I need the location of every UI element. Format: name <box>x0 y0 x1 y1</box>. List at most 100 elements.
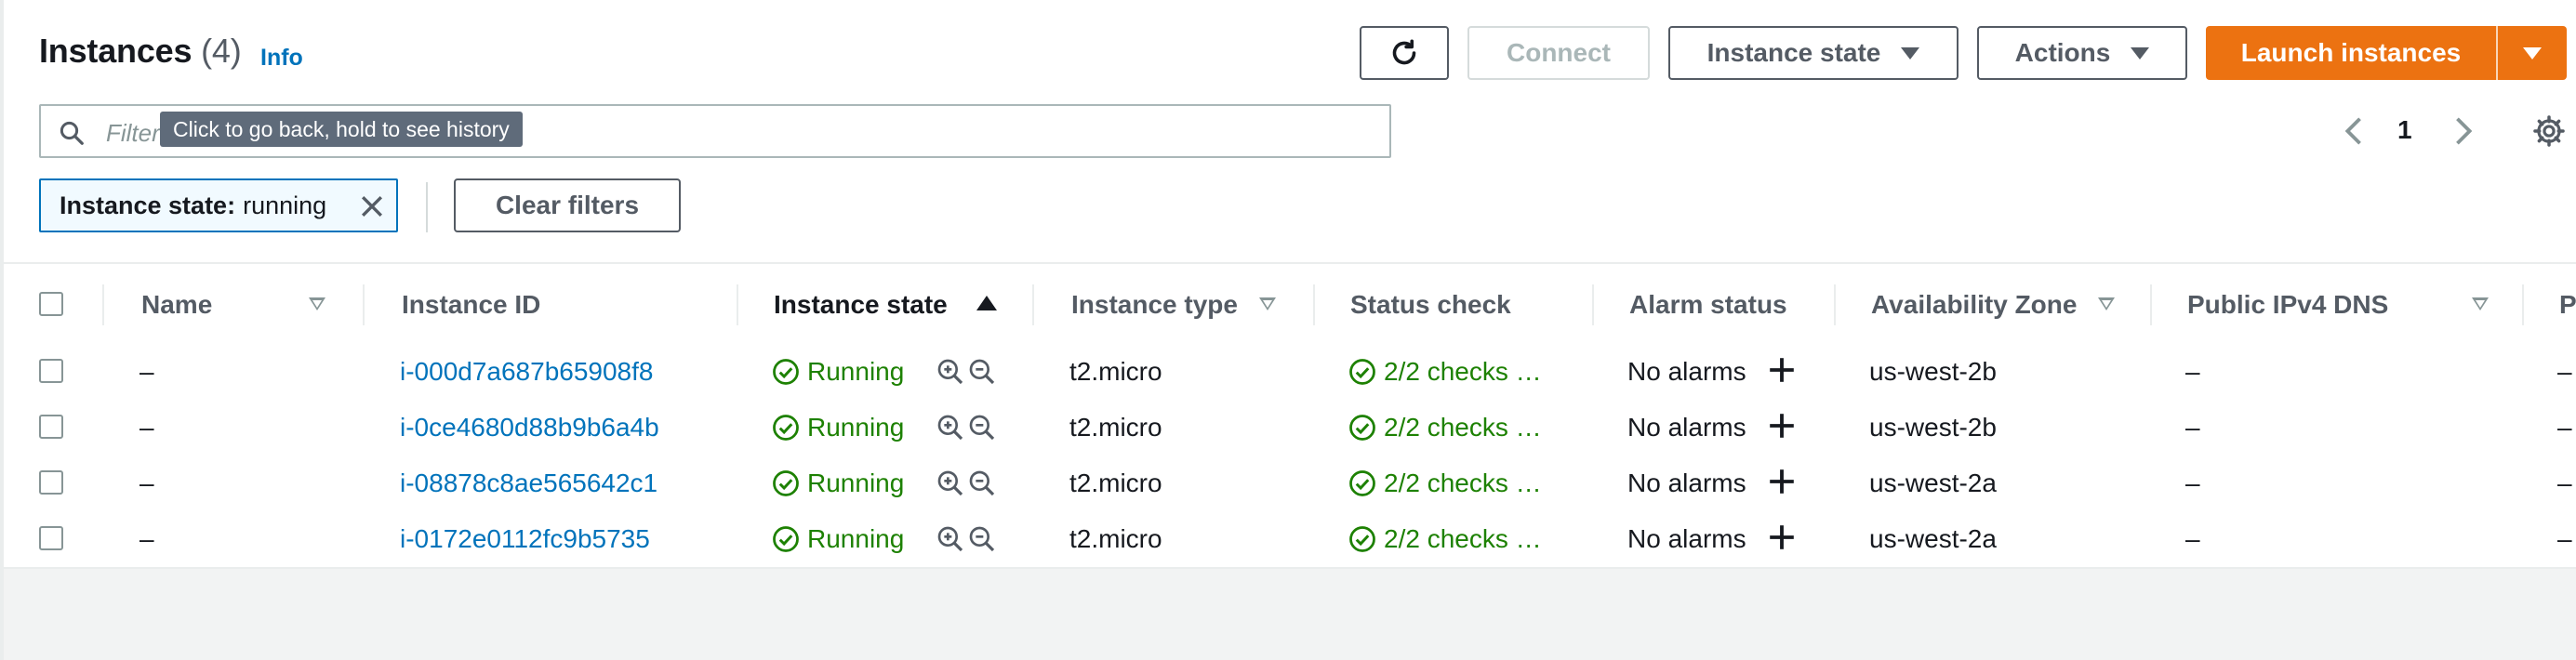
cell-status-check[interactable]: 2/2 checks … <box>1348 413 1542 442</box>
row-checkbox[interactable] <box>39 415 63 439</box>
gear-icon[interactable] <box>2531 113 2567 149</box>
plus-icon[interactable] <box>1767 355 1797 385</box>
check-circle-icon <box>1349 359 1375 385</box>
sort-icon[interactable] <box>2472 297 2489 310</box>
row-checkbox[interactable] <box>39 526 63 550</box>
actions-dropdown[interactable]: Actions <box>1977 26 2187 80</box>
refresh-button[interactable] <box>1360 26 1449 80</box>
select-all-checkbox[interactable] <box>39 292 63 316</box>
column-header-instance-id[interactable]: Instance ID <box>402 290 540 320</box>
table-row[interactable]: – i-000d7a687b65908f8 Running t2.micro 2… <box>4 344 2576 402</box>
next-page-icon[interactable] <box>2453 115 2476 147</box>
cell-instance-type: t2.micro <box>1069 524 1162 553</box>
zoom-out-icon[interactable] <box>967 469 997 498</box>
status-check-label: 2/2 checks … <box>1384 469 1542 497</box>
connect-button[interactable]: Connect <box>1467 26 1650 80</box>
cell-truncated: – <box>2557 357 2572 386</box>
plus-icon[interactable] <box>1767 467 1797 496</box>
filter-token-value: running <box>243 191 327 219</box>
zoom-in-icon[interactable] <box>936 469 965 498</box>
status-check-label: 2/2 checks … <box>1384 524 1542 553</box>
cell-truncated: – <box>2557 469 2572 497</box>
caret-down-icon <box>1901 46 1920 59</box>
sort-icon[interactable] <box>2098 297 2115 310</box>
cell-public-dns: – <box>2185 357 2200 386</box>
zoom-in-icon[interactable] <box>936 524 965 554</box>
caret-down-icon <box>2523 46 2542 59</box>
state-label: Running <box>807 357 905 386</box>
plus-icon[interactable] <box>1767 522 1797 552</box>
connect-label: Connect <box>1507 38 1611 67</box>
sort-icon[interactable] <box>309 297 325 310</box>
clear-filters-button[interactable]: Clear filters <box>454 178 681 232</box>
column-header-name[interactable]: Name <box>141 290 212 320</box>
column-header-status-check[interactable]: Status check <box>1350 290 1511 320</box>
sort-ascending-icon[interactable] <box>976 296 997 310</box>
state-label: Running <box>807 469 905 497</box>
column-header-public-ipv4-dns[interactable]: Public IPv4 DNS <box>2187 290 2388 320</box>
column-header-truncated[interactable]: P <box>2559 290 2576 320</box>
current-page[interactable]: 1 <box>2397 115 2412 145</box>
cell-name: – <box>139 357 154 386</box>
sort-icon[interactable] <box>1259 297 1276 310</box>
search-icon <box>60 121 84 145</box>
column-header-instance-state[interactable]: Instance state <box>774 290 948 320</box>
column-header-availability-zone[interactable]: Availability Zone <box>1871 290 2077 320</box>
refresh-icon <box>1392 39 1416 65</box>
cell-instance-type: t2.micro <box>1069 357 1162 386</box>
close-icon[interactable] <box>359 193 385 219</box>
check-circle-icon <box>1349 526 1375 552</box>
check-circle-icon <box>773 470 799 496</box>
filter-token-instance-state: Instance state: running <box>39 178 398 232</box>
status-check-label: 2/2 checks … <box>1384 413 1542 442</box>
row-checkbox[interactable] <box>39 359 63 383</box>
cell-availability-zone: us-west-2a <box>1869 524 1997 553</box>
cell-status-check[interactable]: 2/2 checks … <box>1348 357 1542 387</box>
column-header-instance-type[interactable]: Instance type <box>1071 290 1238 320</box>
instance-id-link[interactable]: i-0172e0112fc9b5735 <box>400 524 650 554</box>
launch-options-dropdown[interactable] <box>2498 26 2567 80</box>
cell-name: – <box>139 524 154 553</box>
table-header: Name Instance ID Instance state Instance… <box>4 262 2576 346</box>
instance-id-link[interactable]: i-000d7a687b65908f8 <box>400 357 653 387</box>
column-header-alarm-status[interactable]: Alarm status <box>1629 290 1787 320</box>
zoom-in-icon[interactable] <box>936 413 965 442</box>
previous-page-icon[interactable] <box>2342 115 2364 147</box>
check-circle-icon <box>773 415 799 441</box>
state-zoom-controls <box>936 357 997 387</box>
status-check-label: 2/2 checks … <box>1384 357 1542 386</box>
cell-status-check[interactable]: 2/2 checks … <box>1348 469 1542 498</box>
instance-id-link[interactable]: i-0ce4680d88b9b6a4b <box>400 413 659 442</box>
check-circle-icon <box>1349 415 1375 441</box>
instance-state-dropdown[interactable]: Instance state <box>1668 26 1959 80</box>
clear-filters-label: Clear filters <box>495 191 640 219</box>
launch-instances-button[interactable]: Launch instances <box>2206 26 2496 80</box>
cell-public-dns: – <box>2185 524 2200 553</box>
cell-status-check[interactable]: 2/2 checks … <box>1348 524 1542 554</box>
zoom-out-icon[interactable] <box>967 524 997 554</box>
instance-id-link[interactable]: i-08878c8ae565642c1 <box>400 469 657 498</box>
table-row[interactable]: – i-08878c8ae565642c1 Running t2.micro 2… <box>4 455 2576 513</box>
cell-instance-state: Running <box>772 357 904 387</box>
cell-alarm-status: No alarms <box>1627 524 1746 553</box>
cell-instance-state: Running <box>772 413 904 442</box>
table-row[interactable]: – i-0ce4680d88b9b6a4b Running t2.micro 2… <box>4 400 2576 457</box>
zoom-in-icon[interactable] <box>936 357 965 387</box>
page-title-text: Instances <box>39 32 193 70</box>
zoom-out-icon[interactable] <box>967 413 997 442</box>
instance-count: (4) <box>201 32 242 70</box>
table-row[interactable]: – i-0172e0112fc9b5735 Running t2.micro 2… <box>4 511 2576 569</box>
cell-availability-zone: us-west-2b <box>1869 413 1997 442</box>
column-divider <box>1313 284 1315 325</box>
cell-public-dns: – <box>2185 469 2200 497</box>
cell-name: – <box>139 469 154 497</box>
page-title: Instances (4) <box>39 32 242 71</box>
state-zoom-controls <box>936 524 997 554</box>
cell-availability-zone: us-west-2a <box>1869 469 1997 497</box>
plus-icon[interactable] <box>1767 411 1797 441</box>
zoom-out-icon[interactable] <box>967 357 997 387</box>
check-circle-icon <box>1349 470 1375 496</box>
info-link[interactable]: Info <box>260 45 303 72</box>
row-checkbox[interactable] <box>39 470 63 495</box>
caret-down-icon <box>2131 46 2150 59</box>
